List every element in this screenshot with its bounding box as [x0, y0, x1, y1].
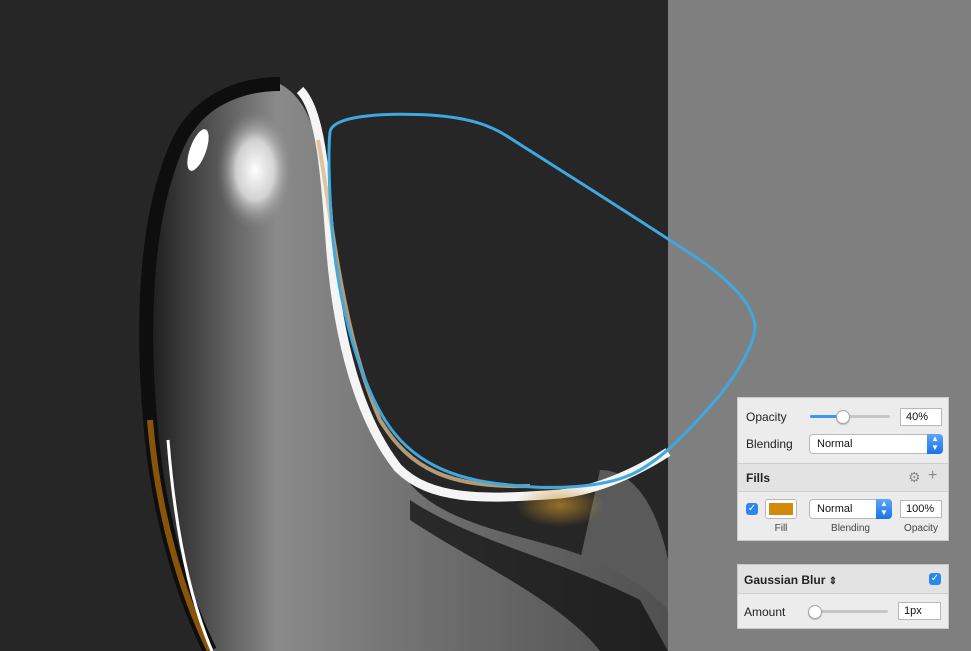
fill-blending-caption: Blending — [831, 523, 870, 534]
amount-input[interactable]: 1px — [898, 602, 941, 620]
amount-slider[interactable] — [807, 605, 888, 619]
divider — [738, 491, 948, 492]
opacity-input[interactable]: 40% — [900, 408, 942, 426]
blending-select-value: Normal — [817, 438, 853, 450]
blending-select[interactable]: Normal ▲ ▼ — [809, 434, 943, 454]
blending-label: Blending — [746, 437, 793, 451]
fills-section-header: Fills ⚙ + — [738, 464, 948, 491]
blur-inspector-panel: Gaussian Blur ⇕ ✓ Amount 1px — [737, 564, 949, 629]
design-canvas[interactable] — [0, 0, 971, 651]
blur-type-select[interactable]: Gaussian Blur ⇕ — [744, 573, 837, 587]
select-stepper-icon: ▲ ▼ — [927, 434, 943, 454]
blur-title: Gaussian Blur — [744, 573, 826, 587]
fill-color — [769, 503, 793, 515]
divider — [738, 593, 948, 594]
fill-opacity-input[interactable]: 100% — [900, 500, 942, 518]
opacity-slider[interactable] — [810, 410, 890, 424]
fill-opacity-caption: Opacity — [904, 523, 938, 534]
fill-color-swatch[interactable] — [765, 499, 797, 519]
opacity-slider-knob[interactable] — [836, 410, 850, 424]
fill-blending-value: Normal — [817, 503, 853, 515]
artboard-area — [668, 0, 971, 651]
gear-icon[interactable]: ⚙ — [908, 470, 921, 484]
select-stepper-icon: ▲ ▼ — [876, 499, 892, 519]
fill-caption: Fill — [774, 523, 788, 534]
opacity-label: Opacity — [746, 410, 787, 424]
fills-header: Fills — [746, 471, 771, 485]
amount-label: Amount — [744, 605, 786, 619]
plus-icon[interactable]: + — [928, 468, 937, 484]
blur-enabled-checkbox[interactable]: ✓ — [929, 573, 941, 585]
fill-enabled-checkbox[interactable]: ✓ — [746, 503, 758, 515]
chevron-updown-icon: ⇕ — [828, 576, 838, 587]
blur-header: Gaussian Blur ⇕ ✓ — [738, 565, 948, 593]
fill-blending-select[interactable]: Normal ▲ ▼ — [809, 499, 892, 519]
style-inspector-panel: Opacity 40% Blending Normal ▲ ▼ Fills ⚙ +… — [737, 397, 949, 541]
amount-slider-knob[interactable] — [807, 605, 822, 619]
